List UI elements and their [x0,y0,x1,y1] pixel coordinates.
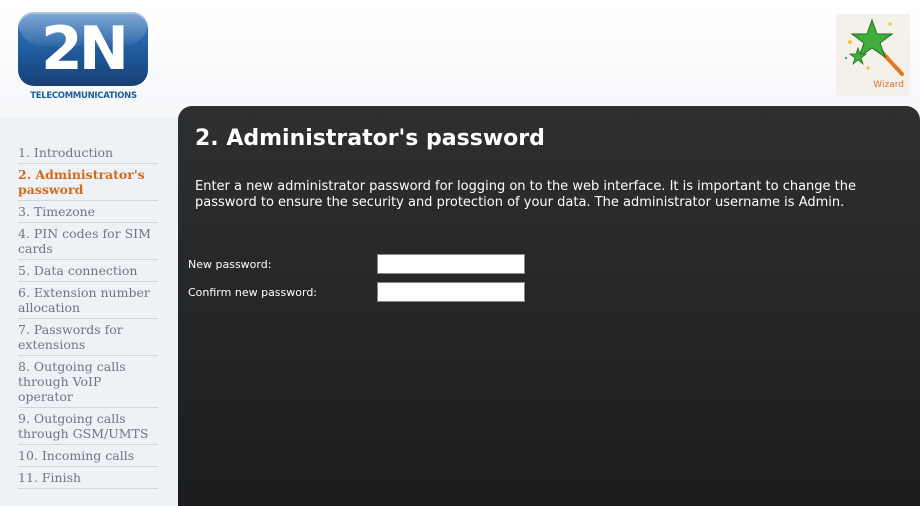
confirm-password-input[interactable] [377,282,525,302]
sidebar-item-outgoing-voip[interactable]: 8. Outgoing calls through VoIP operator [18,356,158,408]
sidebar-item-extension-passwords[interactable]: 7. Passwords for extensions [18,319,158,356]
logo-subtitle: TELECOMMUNICATIONS [30,91,137,101]
sidebar-item-outgoing-gsm[interactable]: 9. Outgoing calls through GSM/UMTS [18,408,158,445]
brand-logo: 2N TELECOMMUNICATIONS [16,12,151,106]
sidebar-item-introduction[interactable]: 1. Introduction [18,142,158,164]
sidebar-item-finish[interactable]: 11. Finish [18,467,158,489]
wizard-badge: Wizard [836,14,910,96]
sidebar-item-pin-codes[interactable]: 4. PIN codes for SIM cards [18,223,158,260]
sidebar-item-timezone[interactable]: 3. Timezone [18,201,158,223]
new-password-input[interactable] [377,254,525,274]
sidebar-item-incoming-calls[interactable]: 10. Incoming calls [18,445,158,467]
confirm-password-label: Confirm new password: [188,286,318,299]
sidebar-item-administrators-password[interactable]: 2. Administrator's password [18,164,158,201]
wizard-label: Wizard [873,80,904,90]
sidebar-item-extension-allocation[interactable]: 6. Extension number allocation [18,282,158,319]
new-password-label: New password: [188,258,272,271]
magic-wand-icon [844,18,904,76]
page-title: 2. Administrator's password [195,126,545,151]
logo-text: 2N [41,14,129,84]
page-header: 2N TELECOMMUNICATIONS Wizard [0,0,920,118]
logo-badge: 2N [18,12,148,86]
sidebar: 1. Introduction 2. Administrator's passw… [0,118,178,506]
main-panel: 2. Administrator's password Enter a new … [178,106,920,506]
page-description: Enter a new administrator password for l… [195,179,857,210]
sidebar-item-data-connection[interactable]: 5. Data connection [18,260,158,282]
wizard-steps-list: 1. Introduction 2. Administrator's passw… [18,142,158,489]
